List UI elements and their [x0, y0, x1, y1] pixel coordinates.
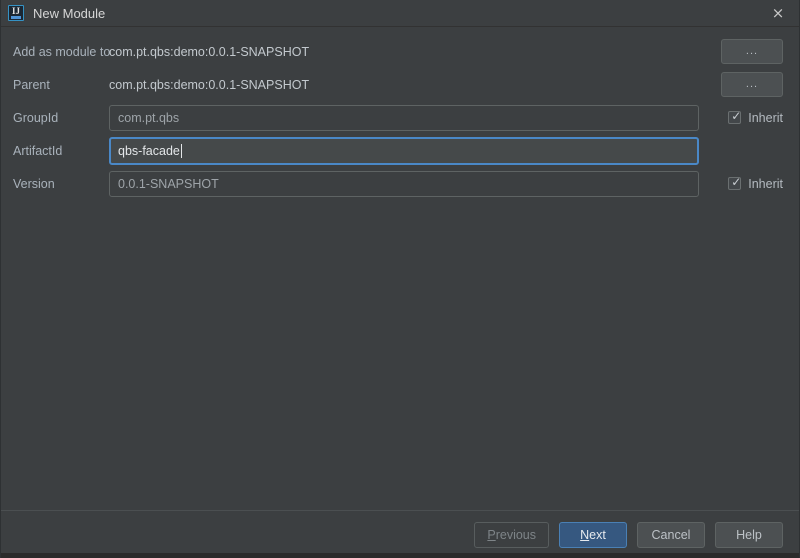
window-bottom-strip	[1, 553, 799, 558]
next-button-mnemonic: N	[580, 528, 589, 542]
help-button[interactable]: Help	[715, 522, 783, 548]
check-icon: ✓	[731, 110, 741, 123]
previous-button-mnemonic: P	[487, 528, 495, 542]
previous-button[interactable]: Previous	[474, 522, 549, 548]
check-icon: ✓	[731, 176, 741, 189]
value-add-as-module-to: com.pt.qbs:demo:0.0.1-SNAPSHOT	[109, 45, 309, 59]
inherit-version[interactable]: ✓ Inherit	[728, 177, 783, 191]
dialog-title: New Module	[33, 6, 105, 21]
version-input-value: 0.0.1-SNAPSHOT	[118, 177, 219, 191]
next-button-label: ext	[589, 528, 606, 542]
label-add-as-module-to: Add as module to	[1, 45, 109, 59]
groupid-input[interactable]: com.pt.qbs	[109, 105, 699, 131]
label-parent: Parent	[1, 78, 109, 92]
module-form: Add as module to com.pt.qbs:demo:0.0.1-S…	[1, 27, 799, 200]
intellij-idea-icon: IJ	[8, 5, 24, 21]
cancel-button[interactable]: Cancel	[637, 522, 705, 548]
inherit-version-label: Inherit	[748, 177, 783, 191]
artifactid-input-value: qbs-facade	[118, 144, 180, 158]
row-groupid: GroupId com.pt.qbs ✓ Inherit	[1, 101, 799, 134]
inherit-groupid-label: Inherit	[748, 111, 783, 125]
next-button[interactable]: Next	[559, 522, 627, 548]
browse-button-parent[interactable]: ...	[721, 72, 783, 97]
text-caret	[181, 144, 182, 158]
value-parent: com.pt.qbs:demo:0.0.1-SNAPSHOT	[109, 78, 309, 92]
artifactid-input[interactable]: qbs-facade	[109, 137, 699, 165]
close-icon[interactable]: ×	[757, 0, 799, 26]
inherit-groupid-checkbox[interactable]: ✓	[728, 111, 741, 124]
row-parent: Parent com.pt.qbs:demo:0.0.1-SNAPSHOT ..…	[1, 68, 799, 101]
intellij-idea-icon-letters: IJ	[9, 7, 23, 16]
dialog-button-bar: Previous Next Cancel Help	[1, 510, 799, 558]
label-artifactid: ArtifactId	[1, 144, 109, 158]
inherit-version-checkbox[interactable]: ✓	[728, 177, 741, 190]
new-module-dialog: IJ New Module × Add as module to com.pt.…	[0, 0, 800, 558]
groupid-input-value: com.pt.qbs	[118, 111, 179, 125]
row-artifactid: ArtifactId qbs-facade	[1, 134, 799, 167]
version-input[interactable]: 0.0.1-SNAPSHOT	[109, 171, 699, 197]
inherit-groupid[interactable]: ✓ Inherit	[728, 111, 783, 125]
previous-button-label: revious	[496, 528, 536, 542]
label-groupid: GroupId	[1, 111, 109, 125]
dialog-titlebar: IJ New Module ×	[1, 0, 799, 27]
label-version: Version	[1, 177, 109, 191]
intellij-idea-icon-bar	[11, 16, 21, 19]
row-version: Version 0.0.1-SNAPSHOT ✓ Inherit	[1, 167, 799, 200]
row-add-as-module-to: Add as module to com.pt.qbs:demo:0.0.1-S…	[1, 35, 799, 68]
browse-button-add-as-module-to[interactable]: ...	[721, 39, 783, 64]
